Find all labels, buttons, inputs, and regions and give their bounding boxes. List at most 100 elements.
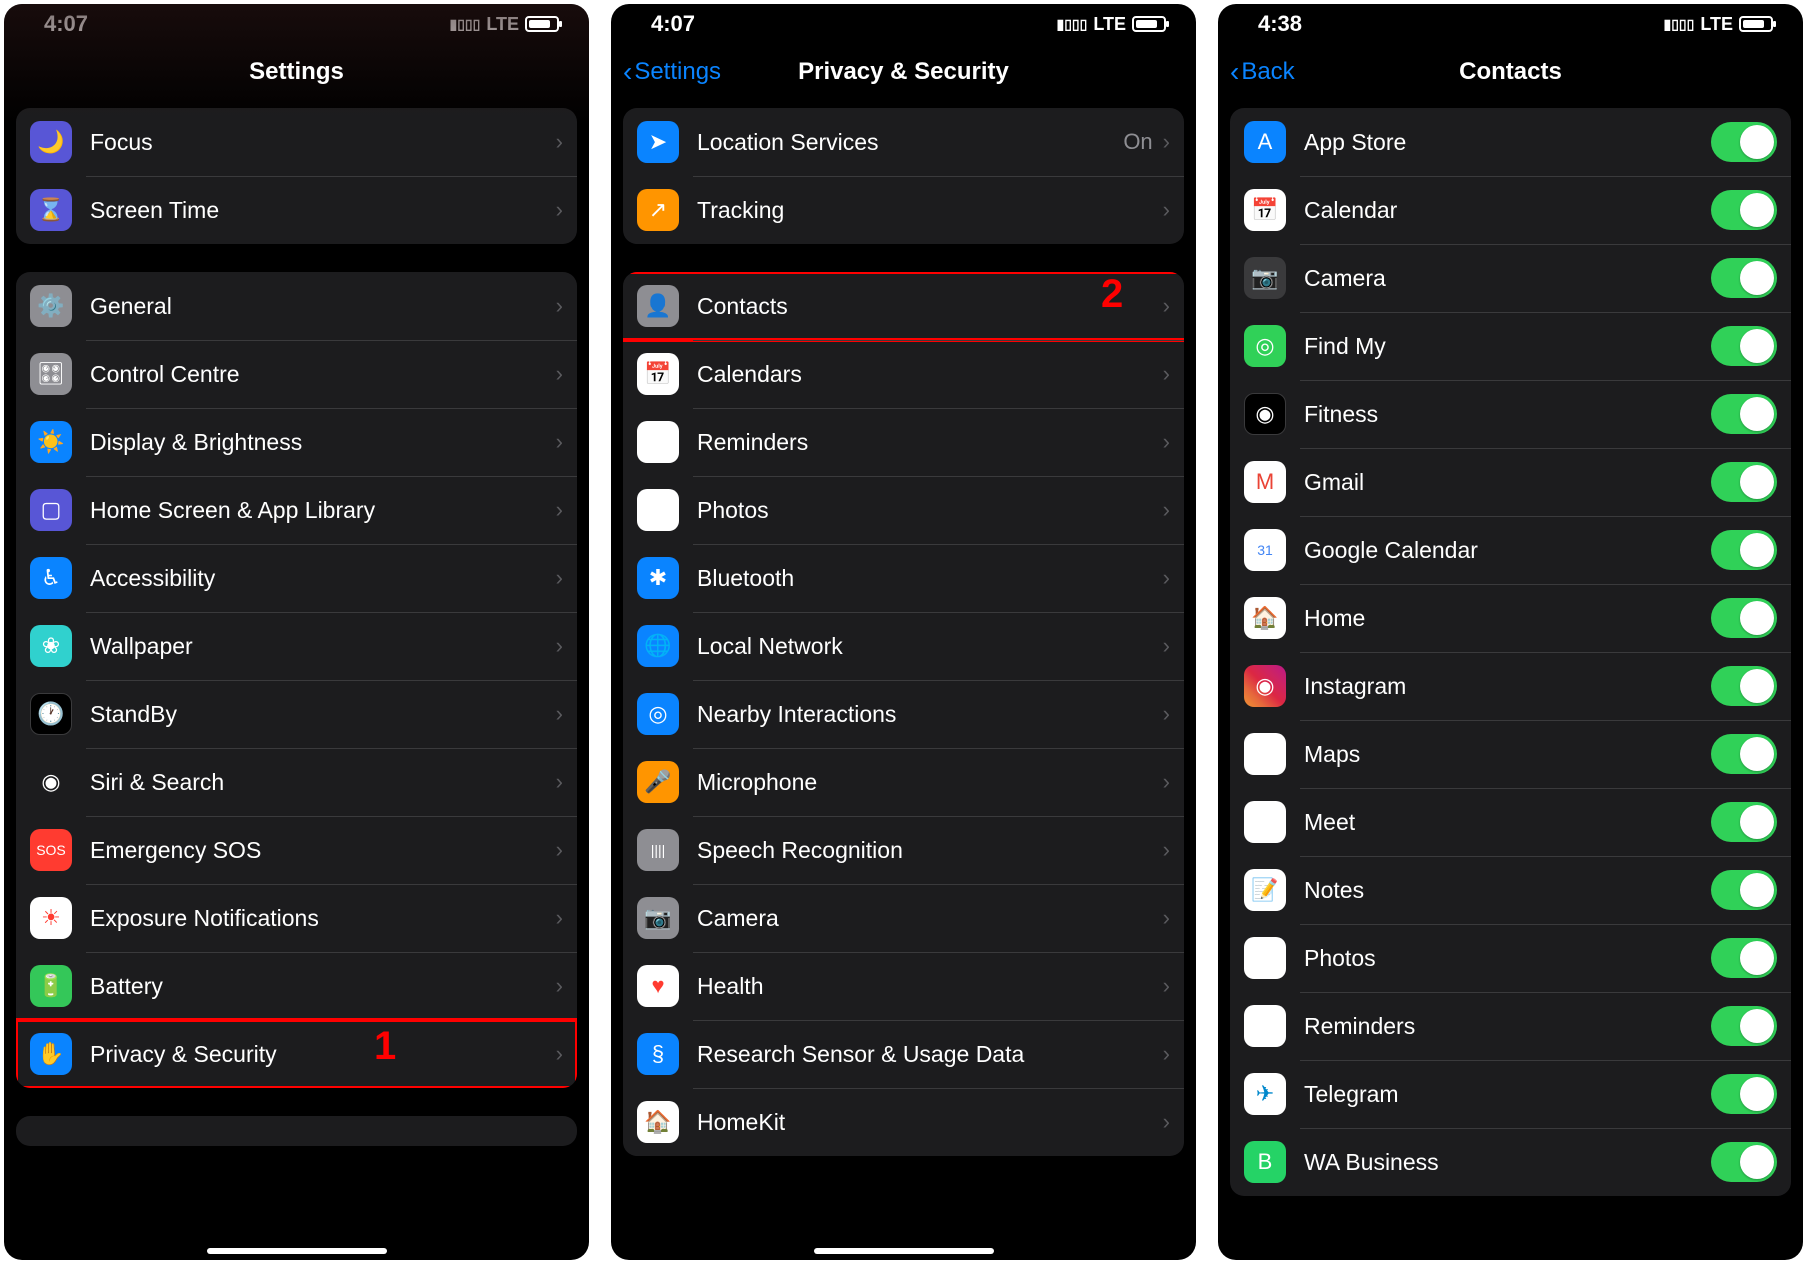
list-row[interactable]: ▢Home Screen & App Library›: [16, 476, 577, 544]
app-icon: ↗: [637, 189, 679, 231]
status-time: 4:07: [44, 11, 88, 37]
app-icon: 🏠: [1244, 597, 1286, 639]
app-icon: ||||: [637, 829, 679, 871]
app-icon: 📅: [1244, 189, 1286, 231]
list-row[interactable]: 🎤Microphone›: [623, 748, 1184, 816]
chevron-right-icon: ›: [556, 1041, 563, 1067]
app-icon: ◎: [1244, 325, 1286, 367]
toggle-switch[interactable]: [1711, 666, 1777, 706]
list-row[interactable]: ◉Instagram: [1230, 652, 1791, 720]
status-right: ▮▯▯▯ LTE: [1664, 14, 1774, 35]
list-row[interactable]: ▣Meet: [1230, 788, 1791, 856]
list-row[interactable]: 31Google Calendar: [1230, 516, 1791, 584]
back-button[interactable]: ‹ Settings: [623, 56, 721, 88]
app-icon: ⌛: [30, 189, 72, 231]
list-row[interactable]: ||||Speech Recognition›: [623, 816, 1184, 884]
list-row[interactable]: ✿Photos›: [623, 476, 1184, 544]
list-row[interactable]: ❀Wallpaper›: [16, 612, 577, 680]
toggle-switch[interactable]: [1711, 802, 1777, 842]
app-icon: 👤: [637, 285, 679, 327]
app-icon: ◉: [30, 761, 72, 803]
row-label: Gmail: [1304, 469, 1711, 496]
home-indicator[interactable]: [814, 1248, 994, 1254]
app-icon: 📷: [637, 897, 679, 939]
list-row[interactable]: 📝Notes: [1230, 856, 1791, 924]
toggle-switch[interactable]: [1711, 394, 1777, 434]
list-row[interactable]: ☀︎Exposure Notifications›: [16, 884, 577, 952]
list-row[interactable]: ⚙️General›: [16, 272, 577, 340]
toggle-switch[interactable]: [1711, 1074, 1777, 1114]
app-icon: ✿: [1244, 937, 1286, 979]
row-label: Siri & Search: [90, 769, 556, 796]
list-row[interactable]: ☰Reminders: [1230, 992, 1791, 1060]
chevron-right-icon: ›: [1163, 1109, 1170, 1135]
list-row[interactable]: ↗Tracking›: [623, 176, 1184, 244]
list-row[interactable]: ☀️Display & Brightness›: [16, 408, 577, 476]
app-icon: 🏠: [637, 1101, 679, 1143]
row-label: General: [90, 293, 556, 320]
list-row[interactable]: ✱Bluetooth›: [623, 544, 1184, 612]
list-row[interactable]: 🎛Control Centre›: [16, 340, 577, 408]
list-row[interactable]: 🕐StandBy›: [16, 680, 577, 748]
row-label: Screen Time: [90, 197, 556, 224]
row-label: Instagram: [1304, 673, 1711, 700]
list-row[interactable]: ◉Fitness: [1230, 380, 1791, 448]
settings-group: ➤Location ServicesOn›↗Tracking›: [623, 108, 1184, 244]
list-row[interactable]: ♿︎Accessibility›: [16, 544, 577, 612]
list-row[interactable]: ✋Privacy & Security›: [16, 1020, 577, 1088]
row-label: Photos: [1304, 945, 1711, 972]
toggle-switch[interactable]: [1711, 734, 1777, 774]
list-row[interactable]: ♥Health›: [623, 952, 1184, 1020]
list-row[interactable]: ◎Nearby Interactions›: [623, 680, 1184, 748]
row-value: On: [1123, 129, 1152, 155]
toggle-switch[interactable]: [1711, 122, 1777, 162]
list-row[interactable]: 📷Camera: [1230, 244, 1791, 312]
toggle-switch[interactable]: [1711, 258, 1777, 298]
list-row[interactable]: 🌙Focus›: [16, 108, 577, 176]
list-row[interactable]: ◎Find My: [1230, 312, 1791, 380]
app-icon: 31: [1244, 529, 1286, 571]
app-icon: 🔋: [30, 965, 72, 1007]
list-row[interactable]: ☰Reminders›: [623, 408, 1184, 476]
list-row[interactable]: 👤Contacts›: [623, 272, 1184, 340]
list-row[interactable]: 🌐Local Network›: [623, 612, 1184, 680]
privacy-list[interactable]: ➤Location ServicesOn›↗Tracking› 👤Contacts…: [611, 100, 1196, 1260]
toggle-switch[interactable]: [1711, 326, 1777, 366]
list-row[interactable]: 🔋Battery›: [16, 952, 577, 1020]
settings-group: ⚙️General›🎛Control Centre›☀️Display & Br…: [16, 272, 577, 1088]
status-bar: 4:38 ▮▯▯▯ LTE: [1218, 4, 1803, 44]
contacts-app-list[interactable]: AApp Store📅Calendar📷Camera◎Find My◉Fitne…: [1218, 100, 1803, 1260]
list-row[interactable]: BWA Business: [1230, 1128, 1791, 1196]
app-icon: ♿︎: [30, 557, 72, 599]
list-row[interactable]: ➤Location ServicesOn›: [623, 108, 1184, 176]
back-button[interactable]: ‹ Back: [1230, 56, 1295, 88]
toggle-switch[interactable]: [1711, 870, 1777, 910]
chevron-right-icon: ›: [1163, 361, 1170, 387]
list-row[interactable]: 🏠Home: [1230, 584, 1791, 652]
toggle-switch[interactable]: [1711, 1142, 1777, 1182]
list-row[interactable]: ⌛Screen Time›: [16, 176, 577, 244]
status-right: ▮▯▯▯ LTE: [450, 14, 560, 35]
list-row[interactable]: AApp Store: [1230, 108, 1791, 176]
toggle-switch[interactable]: [1711, 1006, 1777, 1046]
home-indicator[interactable]: [207, 1248, 387, 1254]
toggle-switch[interactable]: [1711, 462, 1777, 502]
toggle-switch[interactable]: [1711, 938, 1777, 978]
toggle-switch[interactable]: [1711, 530, 1777, 570]
row-label: Telegram: [1304, 1081, 1711, 1108]
list-row[interactable]: MGmail: [1230, 448, 1791, 516]
toggle-switch[interactable]: [1711, 190, 1777, 230]
list-row[interactable]: ◉Siri & Search›: [16, 748, 577, 816]
list-row[interactable]: 🗺Maps: [1230, 720, 1791, 788]
list-row[interactable]: SOSEmergency SOS›: [16, 816, 577, 884]
list-row[interactable]: ✿ Photos: [1230, 924, 1791, 992]
list-row[interactable]: 📷Camera›: [623, 884, 1184, 952]
list-row[interactable]: 📅Calendar: [1230, 176, 1791, 244]
page-title: Contacts: [1459, 58, 1562, 86]
list-row[interactable]: ✈Telegram: [1230, 1060, 1791, 1128]
list-row[interactable]: 🏠HomeKit›: [623, 1088, 1184, 1156]
settings-list[interactable]: 🌙Focus›⌛Screen Time›⚙️General›🎛Control C…: [4, 100, 589, 1260]
list-row[interactable]: §Research Sensor & Usage Data›: [623, 1020, 1184, 1088]
list-row[interactable]: 📅Calendars›: [623, 340, 1184, 408]
toggle-switch[interactable]: [1711, 598, 1777, 638]
